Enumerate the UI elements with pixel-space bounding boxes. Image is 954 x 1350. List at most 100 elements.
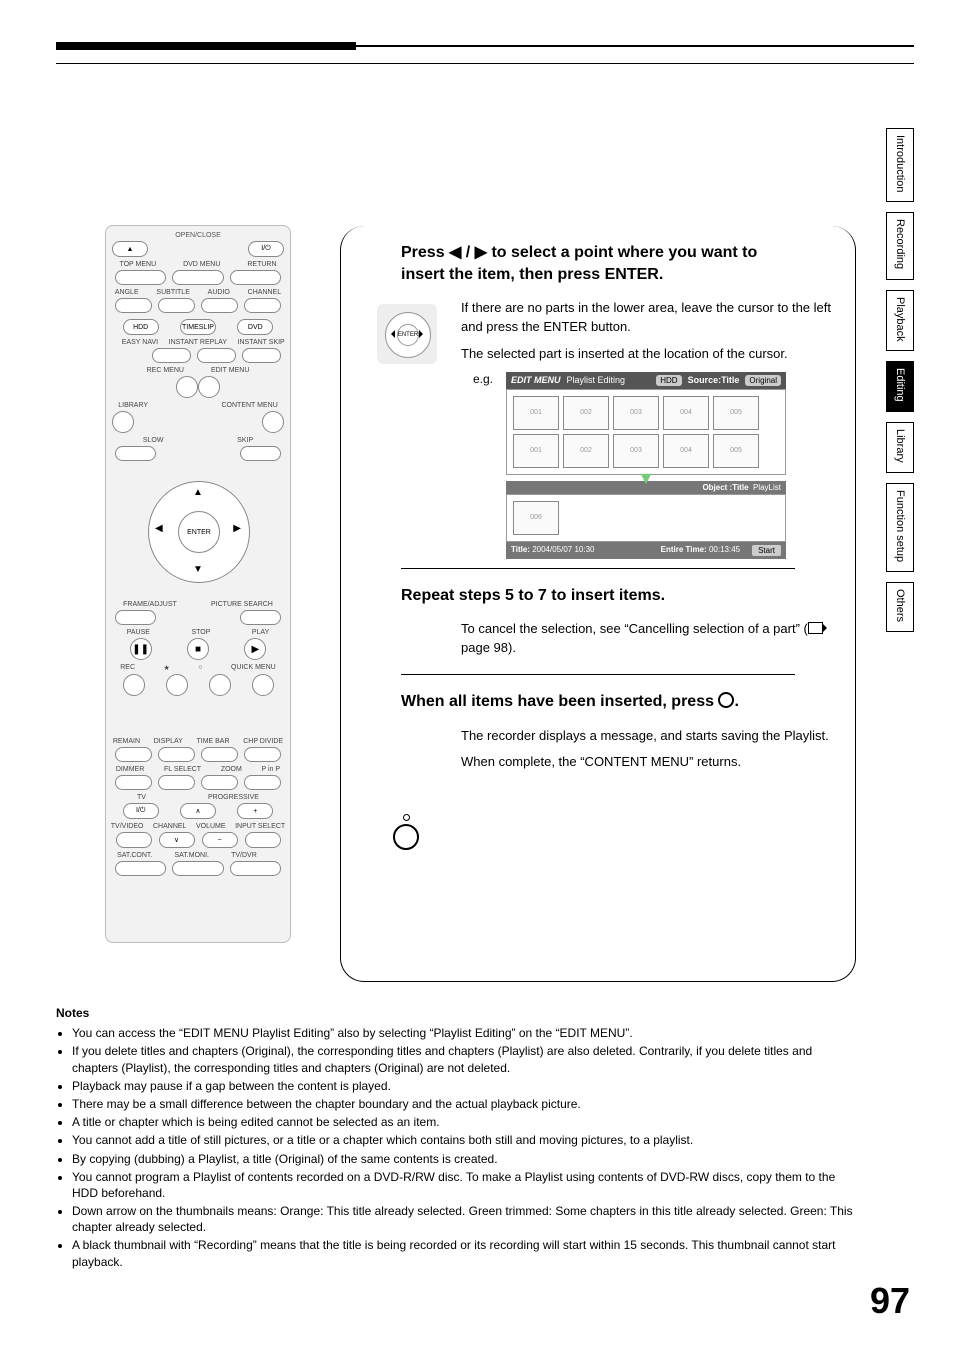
picturesearch-label: PICTURE SEARCH xyxy=(211,601,273,608)
circle-button xyxy=(209,674,231,696)
remote-label: OPEN/CLOSE xyxy=(106,232,290,239)
note-item: You cannot program a Playlist of content… xyxy=(72,1169,854,1201)
osd-original: Original xyxy=(745,375,781,386)
eject-button: ▲ xyxy=(112,241,148,257)
recmenu-button xyxy=(176,376,198,398)
note-item: If you delete titles and chapters (Origi… xyxy=(72,1043,854,1075)
inputselect-button xyxy=(245,832,281,848)
fwd-button xyxy=(240,610,281,625)
remote-enter: ENTER xyxy=(178,511,220,553)
page-number: 97 xyxy=(870,1280,910,1322)
tab-introduction: Introduction xyxy=(886,128,914,202)
note-item: There may be a small difference between … xyxy=(72,1096,854,1112)
editmenu-button xyxy=(198,376,220,398)
skip-label: SKIP xyxy=(237,437,253,444)
ring-button-icon xyxy=(393,814,419,850)
header-rule xyxy=(56,63,914,64)
hdd-button: HDD xyxy=(123,319,159,335)
subtitle-button xyxy=(158,298,195,313)
chdn-button: ∨ xyxy=(159,832,195,848)
prev-button xyxy=(115,446,156,461)
osd-playlist: PlayList xyxy=(753,483,781,492)
step2-p1: To cancel the selection, see “Cancelling… xyxy=(461,620,835,658)
audio-button xyxy=(201,298,238,313)
note-item: You can access the “EDIT MENU Playlist E… xyxy=(72,1025,854,1041)
angle-button xyxy=(115,298,152,313)
tab-function-setup: Function setup xyxy=(886,483,914,572)
note-item: A black thumbnail with “Recording” means… xyxy=(72,1237,854,1269)
note-item: You cannot add a title of still pictures… xyxy=(72,1132,854,1148)
osd-drive: HDD xyxy=(656,375,681,386)
power-button: I/⏻ xyxy=(248,241,284,257)
osd-object: Object :Title xyxy=(702,483,748,492)
volup-button: + xyxy=(237,803,273,819)
tab-recording: Recording xyxy=(886,212,914,279)
osd-screenshot: EDIT MENU Playlist Editing HDD Source:Ti… xyxy=(506,372,786,559)
rew-button xyxy=(115,610,156,625)
osd-source: Source:Title xyxy=(688,375,740,385)
osd-thumb: 004 xyxy=(663,396,709,430)
play-button: ▶ xyxy=(244,638,266,660)
page-arrow-icon xyxy=(808,622,823,634)
tab-others: Others xyxy=(886,582,914,632)
rec-button xyxy=(123,674,145,696)
instantskip-button xyxy=(242,348,281,363)
header-bar xyxy=(56,42,914,50)
osd-mode: Playlist Editing xyxy=(567,375,626,385)
contentmenu-button xyxy=(262,411,284,433)
osd-thumb: 003 xyxy=(613,434,659,468)
note-item: Down arrow on the thumbnails means: Oran… xyxy=(72,1203,854,1235)
eg-label: e.g. xyxy=(473,372,493,386)
osd-thumb: 001 xyxy=(513,434,559,468)
osd-thumb: 002 xyxy=(563,396,609,430)
frameadjust-label: FRAME/ADJUST xyxy=(123,601,177,608)
library-button xyxy=(112,411,134,433)
progressive-label: PROGRESSIVE xyxy=(208,794,259,801)
osd-thumb: 004 xyxy=(663,434,709,468)
osd-thumb: 002 xyxy=(563,434,609,468)
osd-thumb-single: 006 xyxy=(513,501,559,535)
remote-illustration: OPEN/CLOSE ▲I/⏻ TOP MENUDVD MENURETURN A… xyxy=(105,225,291,943)
side-tabs: IntroductionRecordingPlaybackEditingLibr… xyxy=(886,128,914,642)
topmenu-button xyxy=(115,270,166,285)
next-button xyxy=(240,446,281,461)
instantreplay-button xyxy=(197,348,236,363)
tab-playback: Playback xyxy=(886,290,914,352)
note-item: By copying (dubbing) a Playlist, a title… xyxy=(72,1151,854,1167)
step3-title: When all items have been inserted, press… xyxy=(401,691,795,713)
note-item: Playback may pause if a gap between the … xyxy=(72,1078,854,1094)
return-button xyxy=(230,270,281,285)
chup-button: ∧ xyxy=(180,803,216,819)
dvd-button: DVD xyxy=(237,319,273,335)
tv-label: TV xyxy=(137,794,146,801)
slow-label: SLOW xyxy=(143,437,164,444)
easynavi-button xyxy=(152,348,191,363)
osd-thumb: 001 xyxy=(513,396,559,430)
osd-thumb: 005 xyxy=(713,396,759,430)
step1-p1: If there are no parts in the lower area,… xyxy=(461,299,835,337)
channel-button xyxy=(244,298,281,313)
pause-button: ❚❚ xyxy=(130,638,152,660)
osd-thumb: 003 xyxy=(613,396,659,430)
note-item: A title or chapter which is being edited… xyxy=(72,1114,854,1130)
dvdmenu-button xyxy=(172,270,223,285)
star-button xyxy=(166,674,188,696)
remote-navpad: ENTER ◀ ▶ ▲ ▼ xyxy=(128,471,268,591)
tvpower-button: I/⏻ xyxy=(123,803,159,819)
osd-menu-title: EDIT MENU xyxy=(511,375,561,385)
osd-start: Start xyxy=(752,545,781,556)
step1-p2: The selected part is inserted at the loc… xyxy=(461,345,835,364)
notes-title: Notes xyxy=(56,1005,854,1021)
notes-section: Notes You can access the “EDIT MENU Play… xyxy=(56,1005,854,1272)
osd-thumb: 005 xyxy=(713,434,759,468)
instruction-panel: Press ◀ / ▶ to select a point where you … xyxy=(340,226,856,982)
step1-title: Press ◀ / ▶ to select a point where you … xyxy=(401,242,795,285)
step3-p1: The recorder displays a message, and sta… xyxy=(461,727,835,746)
timeslip-button: TIMESLIP xyxy=(180,319,216,335)
circle-icon xyxy=(718,692,734,708)
step2-title: Repeat steps 5 to 7 to insert items. xyxy=(401,585,795,607)
voldn-button: − xyxy=(202,832,238,848)
tab-library: Library xyxy=(886,422,914,473)
navpad-icon: ENTER xyxy=(377,304,437,364)
tvvideo-button xyxy=(116,832,152,848)
